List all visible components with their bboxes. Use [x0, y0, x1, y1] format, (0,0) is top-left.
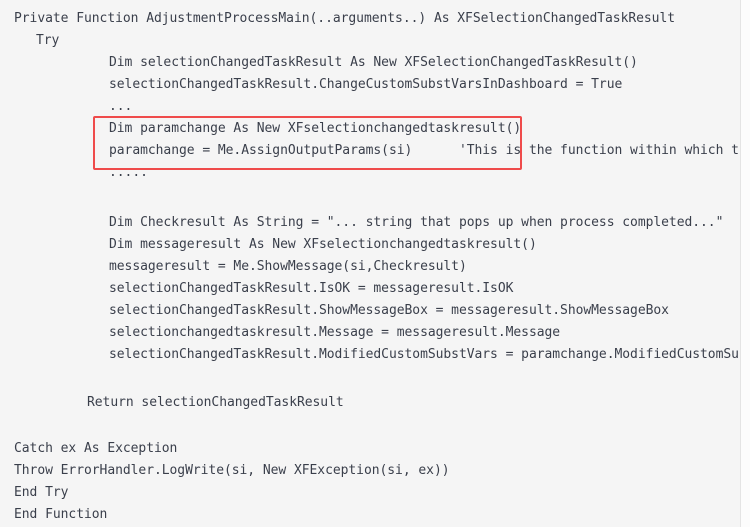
code-line: ..... [109, 165, 148, 180]
code-line: messageresult = Me.ShowMessage(si,Checkr… [109, 259, 467, 274]
code-line: Return selectionChangedTaskResult [87, 395, 344, 410]
code-line: ... [109, 99, 133, 114]
code-line: selectionChangedTaskResult.ModifiedCusto… [109, 347, 740, 362]
code-line: End Try [14, 485, 69, 500]
code-line: selectionChangedTaskResult.ChangeCustomS… [109, 77, 623, 92]
code-line: Throw ErrorHandler.LogWrite(si, New XFEx… [14, 463, 450, 478]
code-lines-container: Private Function AdjustmentProcessMain(.… [0, 0, 740, 527]
code-line: End Function [14, 507, 108, 522]
code-line: Catch ex As Exception [14, 441, 178, 456]
code-snippet-viewer: Private Function AdjustmentProcessMain(.… [0, 0, 750, 527]
code-line: Private Function AdjustmentProcessMain(.… [14, 11, 676, 26]
page-right-edge [740, 0, 750, 527]
code-line: selectionChangedTaskResult.IsOK = messag… [109, 281, 514, 296]
code-line: Dim paramchange As New XFselectionchange… [109, 121, 522, 136]
code-line: paramchange = Me.AssignOutputParams(si) … [109, 143, 740, 158]
code-line: selectionchangedtaskresult.Message = mes… [109, 325, 561, 340]
code-line: Try [36, 33, 60, 48]
code-line: selectionChangedTaskResult.ShowMessageBo… [109, 303, 669, 318]
code-line: Dim Checkresult As String = "... string … [109, 215, 724, 230]
code-line: Dim selectionChangedTaskResult As New XF… [109, 55, 638, 70]
code-line: Dim messageresult As New XFselectionchan… [109, 237, 537, 252]
